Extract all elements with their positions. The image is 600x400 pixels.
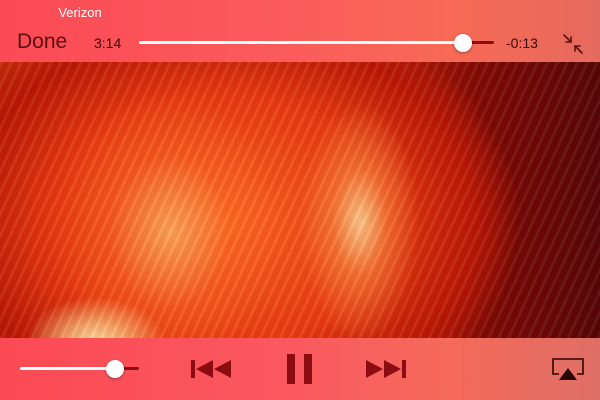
video-frame[interactable] xyxy=(0,62,600,338)
progress-scrubber[interactable] xyxy=(139,33,494,52)
progress-thumb[interactable] xyxy=(454,33,472,52)
elapsed-time: 3:14 xyxy=(94,35,122,51)
done-button[interactable]: Done xyxy=(17,30,67,54)
shrink-icon xyxy=(563,34,583,54)
exit-fullscreen-button[interactable] xyxy=(562,33,584,55)
progress-fill xyxy=(139,41,463,44)
pause-icon xyxy=(287,354,312,384)
carrier-label: Verizon xyxy=(58,5,102,20)
volume-fill xyxy=(20,367,115,370)
top-control-bar: Verizon Done 3:14 -0:13 xyxy=(0,0,600,62)
volume-slider[interactable] xyxy=(20,359,139,378)
skip-forward-icon xyxy=(366,360,406,378)
skip-back-icon xyxy=(191,360,231,378)
remaining-time: -0:13 xyxy=(506,35,538,51)
skip-back-button[interactable] xyxy=(191,358,233,380)
skip-forward-button[interactable] xyxy=(364,358,406,380)
pause-button[interactable] xyxy=(287,354,313,384)
airplay-icon xyxy=(552,358,584,380)
volume-thumb[interactable] xyxy=(106,359,124,378)
airplay-button[interactable] xyxy=(550,356,586,382)
